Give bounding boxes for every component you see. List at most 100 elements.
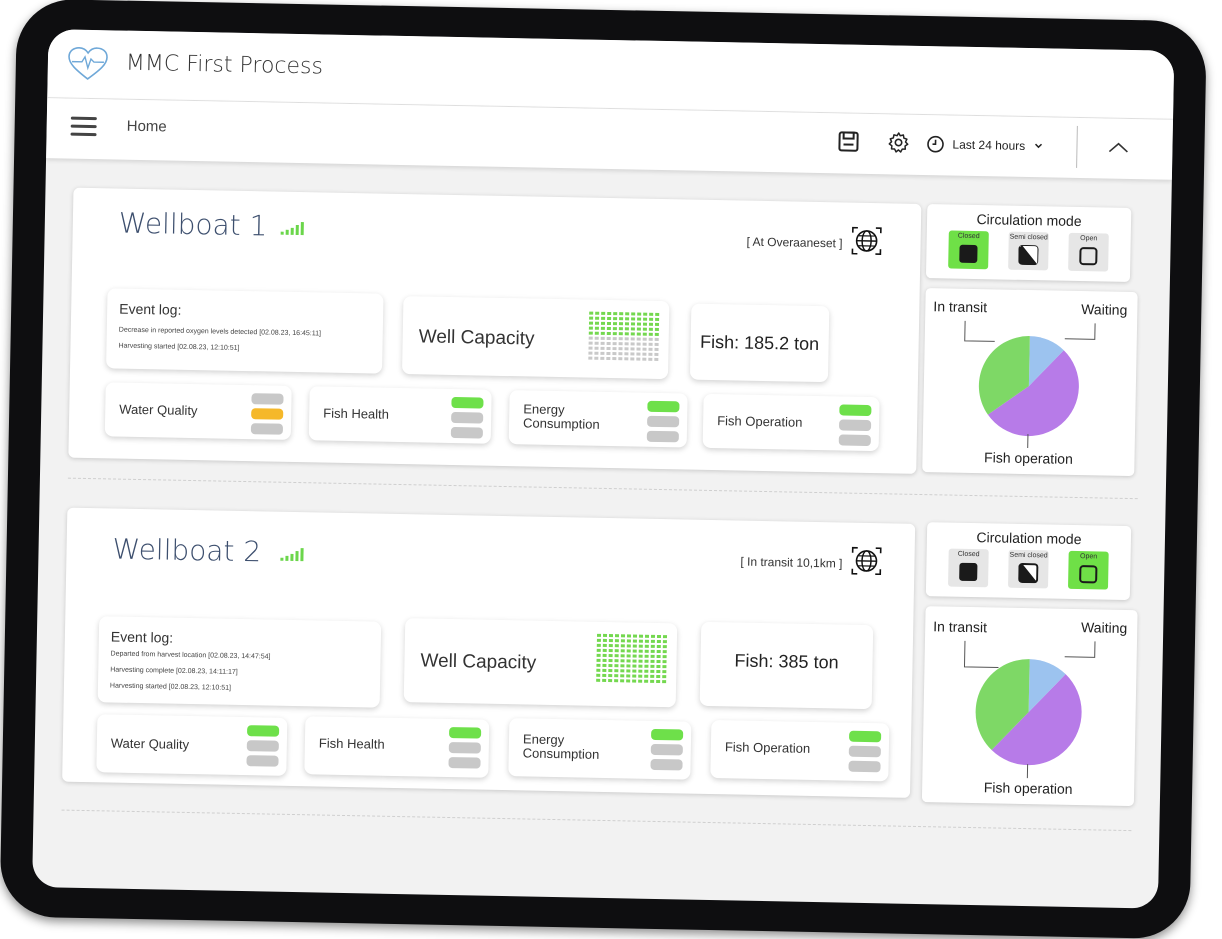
status-label: Fish Health: [323, 407, 389, 422]
capacity-cell: [619, 327, 623, 330]
capacity-cell: [638, 665, 642, 668]
capacity-cell: [618, 352, 622, 355]
capacity-cell: [633, 635, 637, 638]
capacity-cell: [649, 323, 653, 326]
capacity-cell: [650, 680, 654, 683]
capacity-cell: [639, 655, 643, 658]
globe-icon[interactable]: [850, 545, 883, 578]
capacity-cell: [650, 665, 654, 668]
mode-closed-button[interactable]: Closed: [948, 230, 989, 269]
mode-semi-closed-button[interactable]: Semi closed: [1008, 232, 1049, 271]
mode-open-button[interactable]: Open: [1068, 233, 1109, 272]
capacity-cell: [595, 322, 599, 325]
capacity-cell: [597, 639, 601, 642]
capacity-cell: [632, 670, 636, 673]
capacity-cell: [662, 660, 666, 663]
capacity-cell: [655, 343, 659, 346]
activity-pie-card: In transit Waiting Fish operation: [922, 288, 1137, 476]
capacity-cell: [597, 644, 601, 647]
capacity-cell: [632, 675, 636, 678]
well-capacity-label: Well Capacity: [420, 650, 536, 674]
circulation-mode-title: Circulation mode: [927, 528, 1131, 548]
hamburger-menu-icon[interactable]: [70, 117, 96, 137]
capacity-cell: [643, 313, 647, 316]
capacity-cell: [649, 333, 653, 336]
mode-semi-closed-button[interactable]: Semi closed: [1008, 550, 1049, 589]
capacity-cell: [615, 639, 619, 642]
capacity-cell: [643, 338, 647, 341]
status-card-water-quality[interactable]: Water Quality: [96, 714, 287, 776]
status-card-energy-consumption[interactable]: Energy Consumption: [509, 390, 688, 447]
capacity-cell: [626, 679, 630, 682]
capacity-cell: [650, 670, 654, 673]
capacity-cell: [637, 318, 641, 321]
capacity-cell: [655, 328, 659, 331]
event-log-entry: Harvesting started [02.08.23, 12:10:51]: [118, 343, 239, 352]
status-card-energy-consumption[interactable]: Energy Consumption: [508, 718, 691, 779]
mode-closed-button[interactable]: Closed: [948, 549, 989, 588]
capacity-cell: [627, 649, 631, 652]
capacity-cell: [648, 353, 652, 356]
capacity-cell: [595, 312, 599, 315]
capacity-cell: [597, 634, 601, 637]
capacity-cell: [619, 322, 623, 325]
capacity-cell: [626, 669, 630, 672]
status-label: Fish Health: [319, 736, 385, 751]
breadcrumb[interactable]: Home: [127, 118, 167, 136]
capacity-cell: [631, 332, 635, 335]
event-log-card: Event log: Decrease in reported oxygen l…: [106, 288, 383, 373]
status-card-water-quality[interactable]: Water Quality: [105, 382, 292, 440]
gear-icon[interactable]: [886, 130, 910, 154]
status-card-fish-health[interactable]: Fish Health: [304, 716, 489, 778]
capacity-cell: [609, 634, 613, 637]
mode-label: Closed: [949, 551, 989, 559]
capacity-cell: [639, 640, 643, 643]
save-icon[interactable]: [836, 129, 860, 153]
capacity-cell: [607, 322, 611, 325]
capacity-cell: [639, 635, 643, 638]
capacity-cell: [601, 312, 605, 315]
capacity-cell: [606, 352, 610, 355]
capacity-cell: [626, 674, 630, 677]
capacity-cell: [662, 665, 666, 668]
capacity-cell: [614, 679, 618, 682]
capacity-cell: [655, 333, 659, 336]
activity-pie-card: In transit Waiting Fish operation: [922, 606, 1138, 806]
capacity-cell: [636, 353, 640, 356]
capacity-cell: [619, 332, 623, 335]
capacity-cell: [619, 317, 623, 320]
capacity-cell: [650, 675, 654, 678]
capacity-cell: [603, 634, 607, 637]
traffic-light-indicator: [839, 404, 872, 446]
mode-label: Semi closed: [1009, 234, 1049, 242]
capacity-cell: [621, 654, 625, 657]
mode-open-button[interactable]: Open: [1068, 551, 1109, 590]
capacity-cell: [602, 679, 606, 682]
capacity-cell: [612, 347, 616, 350]
capacity-cell: [662, 675, 666, 678]
capacity-cell: [654, 353, 658, 356]
event-log-card: Event log: Departed from harvest locatio…: [98, 616, 382, 707]
capacity-cell: [651, 635, 655, 638]
capacity-cell: [600, 347, 604, 350]
capacity-cell: [600, 352, 604, 355]
globe-icon[interactable]: [850, 225, 883, 258]
capacity-cell: [655, 318, 659, 321]
capacity-cell: [613, 337, 617, 340]
capacity-cell: [596, 664, 600, 667]
status-card-fish-operation[interactable]: Fish Operation: [710, 720, 889, 781]
traffic-light-indicator: [246, 725, 279, 767]
capacity-cell: [655, 313, 659, 316]
capacity-cell: [655, 323, 659, 326]
capacity-cell: [656, 660, 660, 663]
capacity-cell: [615, 654, 619, 657]
capacity-cell: [644, 675, 648, 678]
status-card-fish-operation[interactable]: Fish Operation: [703, 394, 880, 451]
capacity-cell: [642, 353, 646, 356]
chevron-up-icon[interactable]: [1106, 137, 1130, 159]
boat-name: Wellboat 1: [119, 207, 268, 243]
status-card-fish-health[interactable]: Fish Health: [309, 386, 492, 443]
capacity-cell: [608, 664, 612, 667]
capacity-cell: [595, 332, 599, 335]
time-range-selector[interactable]: Last 24 hours: [926, 135, 1043, 155]
